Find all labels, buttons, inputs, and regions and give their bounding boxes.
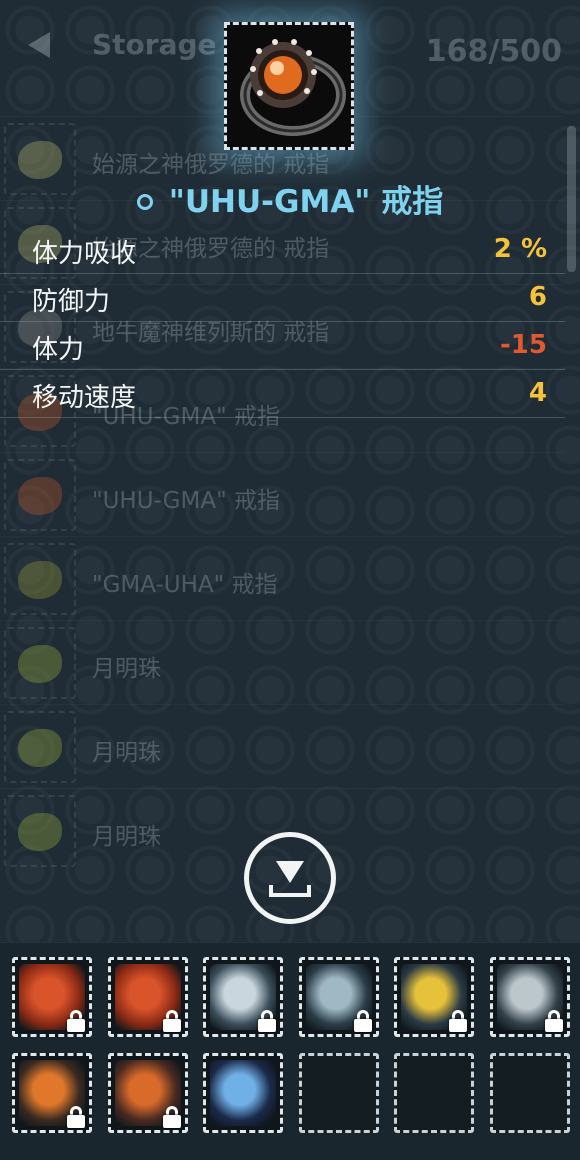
inventory-slot[interactable] (12, 957, 92, 1037)
item-stats: 体力吸收 2 % 防御力 6 体力 -15 移动速度 4 (0, 226, 565, 418)
tray-icon (269, 885, 311, 897)
lock-icon (162, 1106, 182, 1128)
back-arrow-icon[interactable] (28, 32, 50, 58)
list-item[interactable]: "GMA-UHA" 戒指 (0, 536, 565, 620)
stat-value: 2 % (493, 234, 547, 264)
list-item-thumbnail (4, 627, 76, 699)
lock-icon (257, 1010, 277, 1032)
empty-slot[interactable] (394, 1053, 474, 1133)
list-item-thumbnail (4, 795, 76, 867)
stat-value: 4 (528, 378, 547, 408)
stat-row: 体力吸收 2 % (0, 226, 565, 274)
stat-row: 防御力 6 (0, 274, 565, 322)
item-art-icon (18, 729, 62, 767)
ring-category-icon (136, 194, 153, 210)
stat-label: 防御力 (32, 287, 111, 317)
lock-icon (353, 1010, 373, 1032)
inventory-grid (0, 942, 580, 1160)
lock-icon (544, 1010, 564, 1032)
list-item-thumbnail (4, 711, 76, 783)
lock-icon (66, 1106, 86, 1128)
stat-row: 体力 -15 (0, 322, 565, 370)
inventory-slot[interactable] (299, 957, 379, 1037)
list-item-name: 月明珠 (92, 656, 161, 682)
list-item-name: "UHU-GMA" 戒指 (92, 488, 280, 514)
page-title: Storage (92, 28, 217, 61)
lock-icon (162, 1010, 182, 1032)
list-item[interactable]: 月明珠 (0, 620, 565, 704)
detail-item-icon (224, 22, 354, 150)
down-arrow-icon (276, 861, 304, 883)
stat-label: 体力吸收 (32, 239, 137, 269)
list-item[interactable]: 月明珠 (0, 704, 565, 788)
list-item-name: 月明珠 (92, 740, 161, 766)
item-art-icon (18, 477, 62, 515)
stat-label: 体力 (32, 335, 85, 365)
item-art-icon (18, 561, 62, 599)
inventory-slot[interactable] (203, 957, 283, 1037)
lock-icon (66, 1010, 86, 1032)
list-item-name: 月明珠 (92, 824, 161, 850)
item-art-icon (18, 813, 62, 851)
list-item-thumbnail (4, 543, 76, 615)
rainbow-orb-ring-icon (210, 1060, 276, 1126)
inventory-slot[interactable] (394, 957, 474, 1037)
storage-capacity: 168/500 (425, 34, 562, 69)
empty-slot[interactable] (490, 1053, 570, 1133)
item-name: "UHU-GMA" 戒指 (168, 184, 444, 220)
inventory-slot[interactable] (203, 1053, 283, 1133)
empty-slot[interactable] (299, 1053, 379, 1133)
stat-value: 6 (528, 282, 547, 312)
stat-label: 移动速度 (32, 383, 137, 413)
item-art-icon (18, 645, 62, 683)
lock-icon (448, 1010, 468, 1032)
item-art-icon (18, 141, 62, 179)
detail-title-row: "UHU-GMA" 戒指 (0, 176, 580, 221)
inventory-slot[interactable] (108, 1053, 188, 1133)
inventory-slot[interactable] (108, 957, 188, 1037)
inventory-slot[interactable] (12, 1053, 92, 1133)
stat-row: 移动速度 4 (0, 370, 565, 418)
list-item-name: "GMA-UHA" 戒指 (92, 572, 278, 598)
list-item[interactable]: "UHU-GMA" 戒指 (0, 452, 565, 536)
stat-value: -15 (500, 330, 547, 360)
store-item-button[interactable] (244, 832, 336, 924)
inventory-slot[interactable] (490, 957, 570, 1037)
list-item-thumbnail (4, 459, 76, 531)
